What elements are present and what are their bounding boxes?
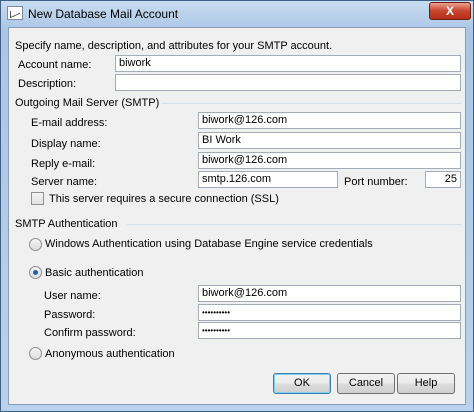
- window-title: New Database Mail Account: [28, 7, 179, 21]
- confirm-password-field[interactable]: ••••••••••: [198, 322, 461, 339]
- user-name-field[interactable]: biwork@126.com: [198, 285, 461, 302]
- auth-group-label: SMTP Authentication: [15, 218, 118, 230]
- display-name-field[interactable]: BI Work: [198, 132, 461, 149]
- intro-text: Specify name, description, and attribute…: [15, 40, 333, 52]
- account-name-field[interactable]: biwork: [115, 55, 461, 72]
- port-number-label: Port number:: [344, 176, 408, 188]
- account-name-label: Account name:: [18, 59, 92, 71]
- outgoing-group-divider: [161, 103, 461, 104]
- basic-auth-radio[interactable]: [29, 266, 42, 279]
- server-name-field[interactable]: smtp.126.com: [198, 171, 338, 188]
- confirm-password-label: Confirm password:: [44, 327, 136, 339]
- mail-account-icon: [7, 6, 23, 20]
- email-label: E-mail address:: [31, 117, 108, 129]
- outgoing-group-label: Outgoing Mail Server (SMTP): [15, 97, 160, 109]
- ok-button[interactable]: OK: [273, 373, 331, 394]
- anonymous-auth-label: Anonymous authentication: [45, 348, 175, 360]
- ssl-label: This server requires a secure connection…: [49, 193, 279, 205]
- server-name-label: Server name:: [31, 176, 98, 188]
- cancel-button[interactable]: Cancel: [337, 373, 395, 394]
- anonymous-auth-radio[interactable]: [29, 347, 42, 360]
- email-field[interactable]: biwork@126.com: [198, 112, 461, 129]
- windows-auth-radio[interactable]: [29, 238, 42, 251]
- description-field[interactable]: [115, 74, 461, 91]
- close-button[interactable]: X: [429, 2, 471, 20]
- help-button[interactable]: Help: [397, 373, 455, 394]
- dialog-window: New Database Mail Account X Specify name…: [0, 0, 474, 412]
- title-bar[interactable]: New Database Mail Account X: [1, 1, 473, 27]
- basic-auth-label: Basic authentication: [45, 267, 144, 279]
- auth-group-divider: [127, 224, 461, 225]
- display-name-label: Display name:: [31, 138, 101, 150]
- password-field[interactable]: ••••••••••: [198, 304, 461, 321]
- user-name-label: User name:: [44, 290, 101, 302]
- windows-auth-label: Windows Authentication using Database En…: [45, 238, 373, 250]
- reply-email-field[interactable]: biwork@126.com: [198, 152, 461, 169]
- reply-email-label: Reply e-mail:: [31, 158, 96, 170]
- dialog-body: Specify name, description, and attribute…: [8, 27, 466, 405]
- description-label: Description:: [18, 78, 77, 90]
- ssl-checkbox[interactable]: [31, 192, 44, 205]
- port-number-field[interactable]: 25: [425, 171, 461, 188]
- password-label: Password:: [44, 309, 96, 321]
